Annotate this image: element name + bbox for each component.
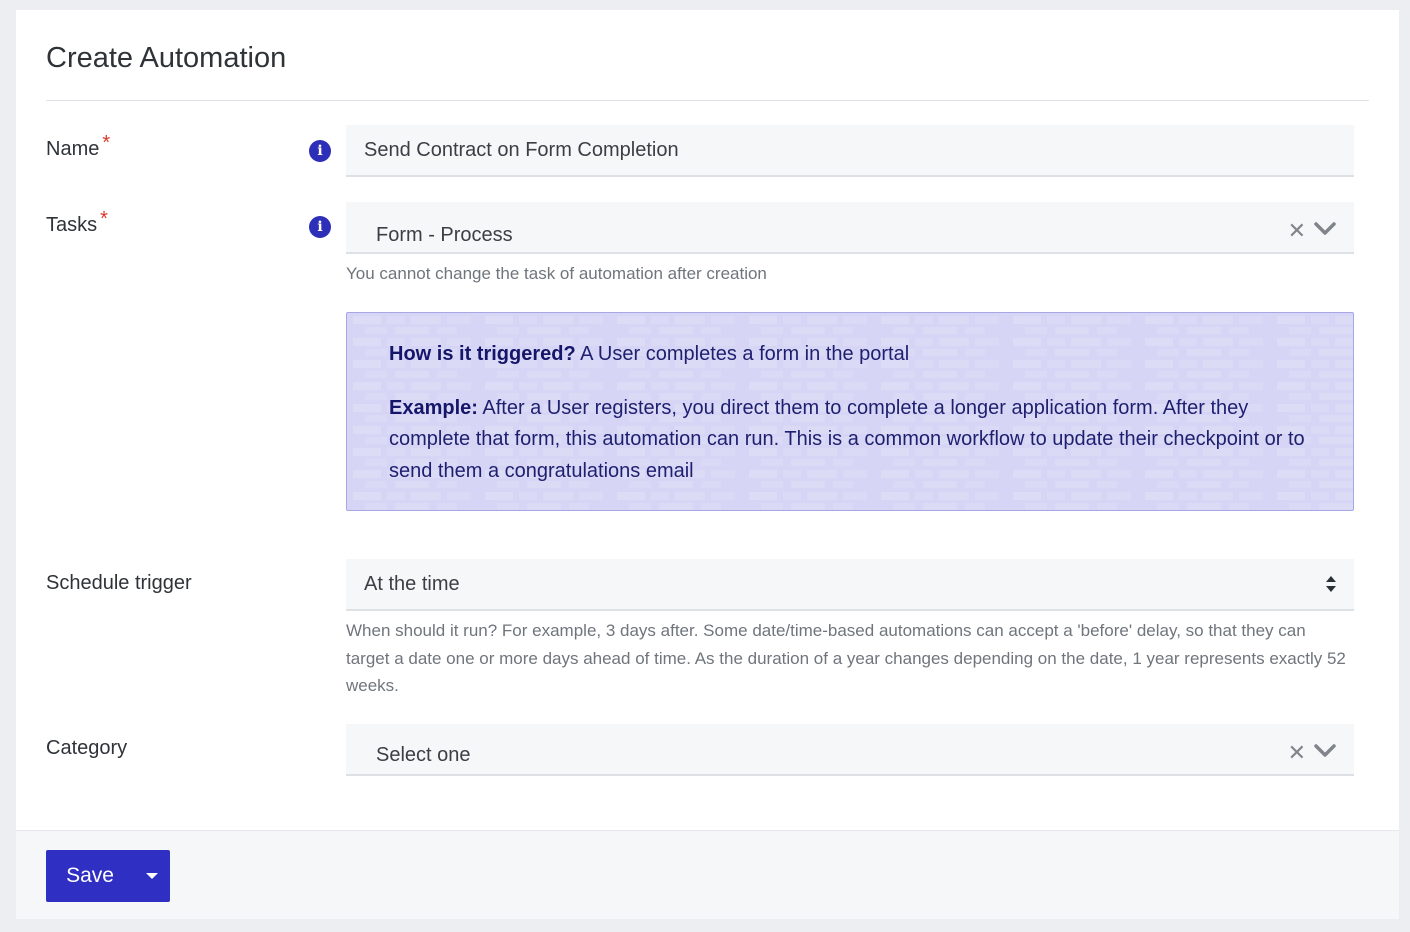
category-placeholder: Select one xyxy=(376,744,471,766)
name-input-value: Send Contract on Form Completion xyxy=(364,139,679,161)
tasks-required-mark: * xyxy=(100,208,108,230)
example-heading: Example: xyxy=(389,396,478,419)
category-chevron-down-icon[interactable] xyxy=(1312,742,1338,760)
example-text: After a User registers, you direct them … xyxy=(389,396,1305,482)
trigger-heading: How is it triggered? xyxy=(389,343,576,365)
trigger-paragraph: How is it triggered? A User completes a … xyxy=(389,339,1319,371)
tasks-select[interactable]: Form - Process ✕ xyxy=(346,202,1354,254)
tasks-info-icon[interactable]: i xyxy=(309,216,331,238)
page-title: Create Automation xyxy=(46,42,287,74)
example-paragraph: Example: After a User registers, you dir… xyxy=(389,393,1319,488)
name-input[interactable]: Send Contract on Form Completion xyxy=(346,125,1354,177)
tasks-chevron-down-icon[interactable] xyxy=(1312,220,1338,238)
title-divider xyxy=(46,100,1369,101)
category-select[interactable]: Select one ✕ xyxy=(346,724,1354,776)
schedule-trigger-selected-value: At the time xyxy=(364,573,460,595)
category-label: Category xyxy=(46,737,127,760)
category-clear-icon[interactable]: ✕ xyxy=(1288,740,1306,766)
create-automation-card: Create Automation Name * i Send Contract … xyxy=(16,10,1399,919)
tasks-clear-icon[interactable]: ✕ xyxy=(1288,218,1306,244)
save-button[interactable]: Save xyxy=(46,850,134,902)
info-box-content: How is it triggered? A User completes a … xyxy=(389,339,1319,509)
save-button-group: Save xyxy=(46,850,170,902)
sort-arrows-icon[interactable] xyxy=(1324,574,1338,594)
schedule-trigger-select[interactable]: At the time xyxy=(346,559,1354,611)
caret-down-icon xyxy=(146,873,158,879)
schedule-trigger-label: Schedule trigger xyxy=(46,572,192,595)
schedule-trigger-label-text: Schedule trigger xyxy=(46,572,192,594)
tasks-selected-value: Form - Process xyxy=(376,224,513,246)
tasks-label-text: Tasks xyxy=(46,214,98,236)
tasks-label: Tasks * xyxy=(46,208,108,237)
schedule-trigger-help-text: When should it run? For example, 3 days … xyxy=(346,621,1346,695)
category-label-text: Category xyxy=(46,737,128,759)
name-label-text: Name xyxy=(46,138,100,160)
name-label: Name * xyxy=(46,132,110,161)
name-required-mark: * xyxy=(102,132,111,154)
trigger-info-box: How is it triggered? A User completes a … xyxy=(346,312,1354,511)
save-options-button[interactable] xyxy=(134,850,170,902)
name-info-icon[interactable]: i xyxy=(309,140,331,162)
form-footer: Save xyxy=(16,830,1399,919)
trigger-text: A User completes a form in the portal xyxy=(580,343,910,365)
tasks-help-text: You cannot change the task of automation… xyxy=(346,264,767,283)
